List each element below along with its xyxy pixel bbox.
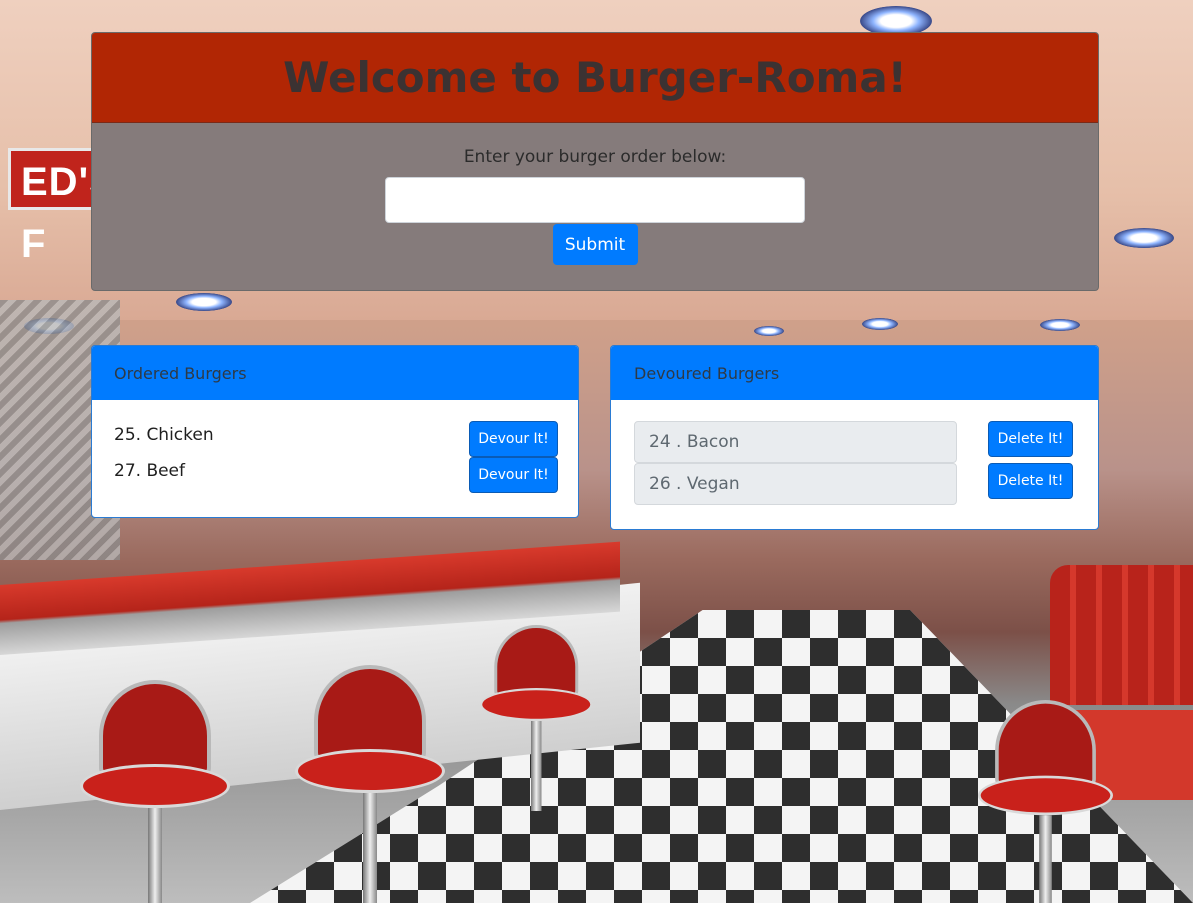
page-header: Welcome to Burger-Roma!: [92, 33, 1098, 123]
list-item: 27. Beef Devour It!: [114, 457, 558, 494]
submit-button[interactable]: Submit: [552, 224, 638, 265]
devoured-burger-name: 24 . Bacon: [634, 421, 957, 463]
ceiling-light-icon: [176, 293, 232, 311]
ordered-burgers-header: Ordered Burgers: [92, 346, 578, 400]
ceiling-light-icon: [1114, 228, 1174, 248]
list-item: 25. Chicken Devour It!: [114, 421, 558, 458]
ordered-burgers-list: 25. Chicken Devour It! 27. Beef Devour I…: [92, 400, 578, 494]
devoured-burger-name: 26 . Vegan: [634, 463, 957, 505]
burger-name: 25. Chicken: [114, 425, 214, 445]
stool-icon: [295, 665, 445, 903]
diner-sign: ED'S F: [8, 148, 116, 266]
ordered-burgers-card: Ordered Burgers 25. Chicken Devour It! 2…: [91, 345, 579, 518]
ceiling-light-icon: [862, 318, 898, 330]
devoured-burgers-list: 24 . Bacon Delete It! 26 . Vegan Delete …: [611, 400, 1098, 505]
devoured-burgers-header: Devoured Burgers: [611, 346, 1098, 400]
list-item: 26 . Vegan Delete It!: [634, 463, 1073, 505]
order-panel: Welcome to Burger-Roma! Enter your burge…: [91, 32, 1099, 291]
stool-icon: [480, 625, 593, 811]
burger-name: 27. Beef: [114, 461, 186, 481]
list-item: 24 . Bacon Delete It!: [634, 421, 1073, 463]
delete-button[interactable]: Delete It!: [988, 421, 1073, 457]
devour-button[interactable]: Devour It!: [469, 457, 558, 493]
devour-button[interactable]: Devour It!: [469, 421, 558, 457]
delete-button[interactable]: Delete It!: [988, 463, 1073, 499]
ceiling-light-icon: [754, 326, 784, 336]
order-form: Enter your burger order below: Submit: [92, 123, 1098, 265]
order-prompt: Enter your burger order below:: [463, 147, 727, 167]
devoured-burgers-card: Devoured Burgers 24 . Bacon Delete It! 2…: [610, 345, 1099, 530]
booth-seat: [1050, 565, 1193, 705]
ceiling-light-icon: [1040, 319, 1080, 331]
stool-icon: [80, 680, 230, 903]
burger-order-input[interactable]: [385, 177, 805, 223]
stool-icon: [978, 700, 1113, 903]
page-title: Welcome to Burger-Roma!: [283, 53, 907, 102]
